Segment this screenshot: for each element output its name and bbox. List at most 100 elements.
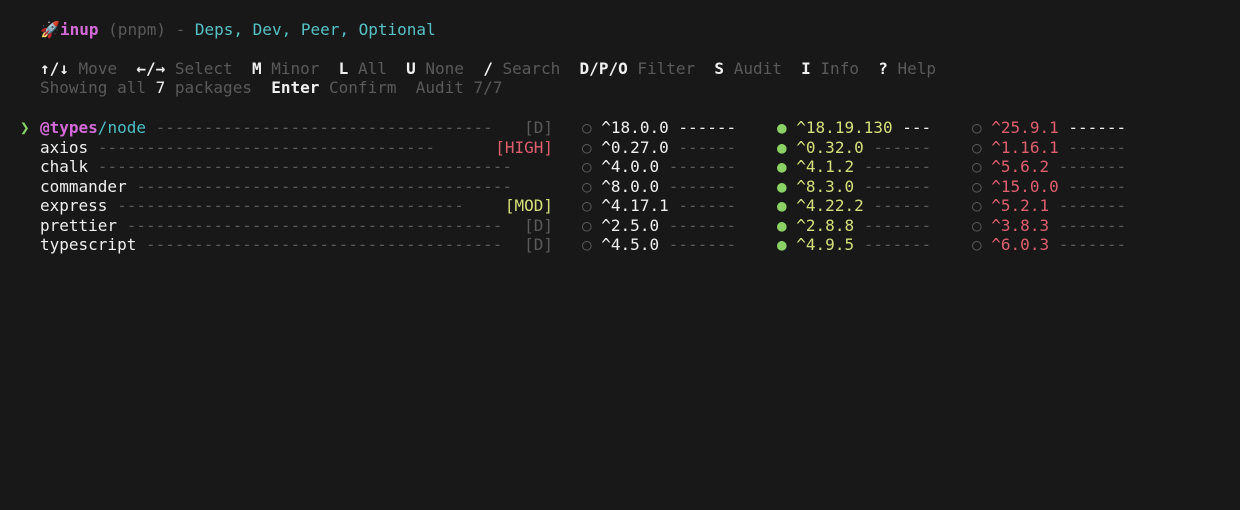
latest-version: ^6.0.3 <box>991 235 1050 254</box>
current-dashes: ------ <box>668 137 737 157</box>
help-key-8: I <box>801 59 811 78</box>
help-label-0: Move <box>78 59 118 78</box>
latest-version-option[interactable]: ○ ^1.16.1 ------ <box>972 138 1126 158</box>
package-count: 7 <box>155 78 166 97</box>
help-key-9: ? <box>878 59 888 78</box>
latest-version: ^1.16.1 <box>991 137 1059 157</box>
dependency-tag: [D] <box>524 235 553 254</box>
dependency-tag: [HIGH] <box>495 137 553 157</box>
minor-version-option[interactable]: ● ^4.1.2 ------- <box>777 157 931 177</box>
package-row[interactable]: ❯ @types/node ---------------------------… <box>0 118 1240 138</box>
current-version-option[interactable]: ○ ^0.27.0 ------ <box>582 138 736 158</box>
package-row[interactable]: express --------------------------------… <box>0 196 1240 216</box>
package-name-cell: @types/node ----------------------------… <box>40 118 493 138</box>
radio-filled-icon: ● <box>777 235 787 254</box>
package-row[interactable]: axios ----------------------------------… <box>0 138 1240 158</box>
latest-dashes: ------- <box>1049 235 1127 254</box>
help-label-9: Help <box>897 59 937 78</box>
rocket-icon: 🚀 <box>40 20 60 39</box>
help-label-1: Select <box>174 59 233 78</box>
package-name-cell: typescript -----------------------------… <box>40 235 502 255</box>
radio-empty-icon: ○ <box>972 235 982 254</box>
latest-dashes: ------- <box>1049 215 1127 235</box>
package-row[interactable]: prettier -------------------------------… <box>0 216 1240 236</box>
latest-version-option[interactable]: ○ ^25.9.1 ------ <box>972 118 1126 138</box>
latest-version-option[interactable]: ○ ^3.8.3 ------- <box>972 216 1126 236</box>
help-key-3: L <box>338 59 349 78</box>
current-version-option[interactable]: ○ ^2.5.0 ------- <box>582 216 736 236</box>
package-name-cell: axios ----------------------------------… <box>40 138 445 158</box>
dependency-tag: [D] <box>524 215 553 235</box>
package-manager-label: (pnpm) <box>108 20 166 39</box>
cursor-indicator: ❯ <box>20 118 30 137</box>
package-name: express <box>40 196 108 215</box>
latest-version-option[interactable]: ○ ^15.0.0 ------ <box>972 177 1126 197</box>
current-version-option[interactable]: ○ ^8.0.0 ------- <box>582 177 736 197</box>
current-version: ^8.0.0 <box>601 176 660 196</box>
package-name: axios <box>40 137 89 157</box>
current-version-option[interactable]: ○ ^4.17.1 ------ <box>582 196 736 216</box>
help-key-4: U <box>406 59 416 78</box>
minor-dashes: ------- <box>854 215 932 235</box>
current-version-option[interactable]: ○ ^18.0.0 ------ <box>582 118 736 138</box>
current-version: ^4.0.0 <box>601 157 660 176</box>
minor-version-option[interactable]: ● ^4.22.2 ------ <box>777 196 931 216</box>
help-key-1: ←/→ <box>136 59 166 78</box>
latest-version-option[interactable]: ○ ^6.0.3 ------- <box>972 235 1126 255</box>
terminal-window: 🚀inup (pnpm) - Deps, Dev, Peer, Optional… <box>0 0 1240 510</box>
current-version: ^18.0.0 <box>601 118 669 137</box>
current-dashes: ------- <box>659 235 737 254</box>
latest-version: ^15.0.0 <box>991 176 1059 196</box>
current-version: ^4.5.0 <box>601 235 660 254</box>
minor-version-option[interactable]: ● ^2.8.8 ------- <box>777 216 931 236</box>
minor-version: ^4.22.2 <box>796 196 864 215</box>
package-name: typescript <box>40 235 137 254</box>
latest-version-option[interactable]: ○ ^5.2.1 ------- <box>972 196 1126 216</box>
radio-empty-icon: ○ <box>582 215 592 235</box>
current-version: ^2.5.0 <box>601 215 660 235</box>
radio-empty-icon: ○ <box>972 118 982 137</box>
name-leader-dashes: ------------------------------------- <box>136 235 503 254</box>
latest-version: ^3.8.3 <box>991 215 1050 235</box>
package-name: chalk <box>40 157 89 176</box>
radio-filled-icon: ● <box>777 215 787 235</box>
radio-filled-icon: ● <box>777 137 787 157</box>
header-line: 🚀inup (pnpm) - Deps, Dev, Peer, Optional <box>40 20 436 40</box>
status-row: Showing all 7 packages Enter Confirm Aud… <box>40 78 502 98</box>
help-label-8: Info <box>820 59 859 78</box>
package-scope-slash: / <box>97 118 108 137</box>
latest-dashes: ------ <box>1058 176 1127 196</box>
name-leader-dashes: --------------------------------------- <box>126 176 513 196</box>
help-key-6: D/P/O <box>579 59 628 78</box>
package-name: commander <box>40 176 127 196</box>
minor-version: ^4.9.5 <box>796 235 855 254</box>
package-row[interactable]: typescript -----------------------------… <box>0 235 1240 255</box>
latest-version-option[interactable]: ○ ^5.6.2 ------- <box>972 157 1126 177</box>
radio-filled-icon: ● <box>777 176 787 196</box>
current-dashes: ------- <box>659 176 737 196</box>
latest-dashes: ------ <box>1058 118 1127 137</box>
app-name: inup <box>60 20 99 39</box>
radio-filled-icon: ● <box>777 157 787 176</box>
minor-version-option[interactable]: ● ^8.3.0 ------- <box>777 177 931 197</box>
current-version-option[interactable]: ○ ^4.5.0 ------- <box>582 235 736 255</box>
minor-version: ^0.32.0 <box>796 137 864 157</box>
package-name-cell: express --------------------------------… <box>40 196 473 216</box>
help-label-3: All <box>357 59 387 78</box>
minor-version: ^8.3.0 <box>796 176 855 196</box>
minor-version: ^18.19.130 <box>796 118 893 137</box>
minor-version-option[interactable]: ● ^0.32.0 ------ <box>777 138 931 158</box>
name-leader-dashes: --------------------------------------- <box>117 215 503 235</box>
radio-empty-icon: ○ <box>972 196 982 215</box>
minor-dashes: ------ <box>863 137 932 157</box>
minor-version-option[interactable]: ● ^18.19.130 --- <box>777 118 931 138</box>
enter-label: Confirm <box>329 78 397 97</box>
minor-version-option[interactable]: ● ^4.9.5 ------- <box>777 235 931 255</box>
package-row[interactable]: commander ------------------------------… <box>0 177 1240 197</box>
current-version-option[interactable]: ○ ^4.0.0 ------- <box>582 157 736 177</box>
current-dashes: ------ <box>668 118 737 137</box>
package-name: prettier <box>40 215 118 235</box>
radio-empty-icon: ○ <box>972 215 982 235</box>
dependency-tag: [D] <box>524 118 553 137</box>
package-row[interactable]: chalk ----------------------------------… <box>0 157 1240 177</box>
